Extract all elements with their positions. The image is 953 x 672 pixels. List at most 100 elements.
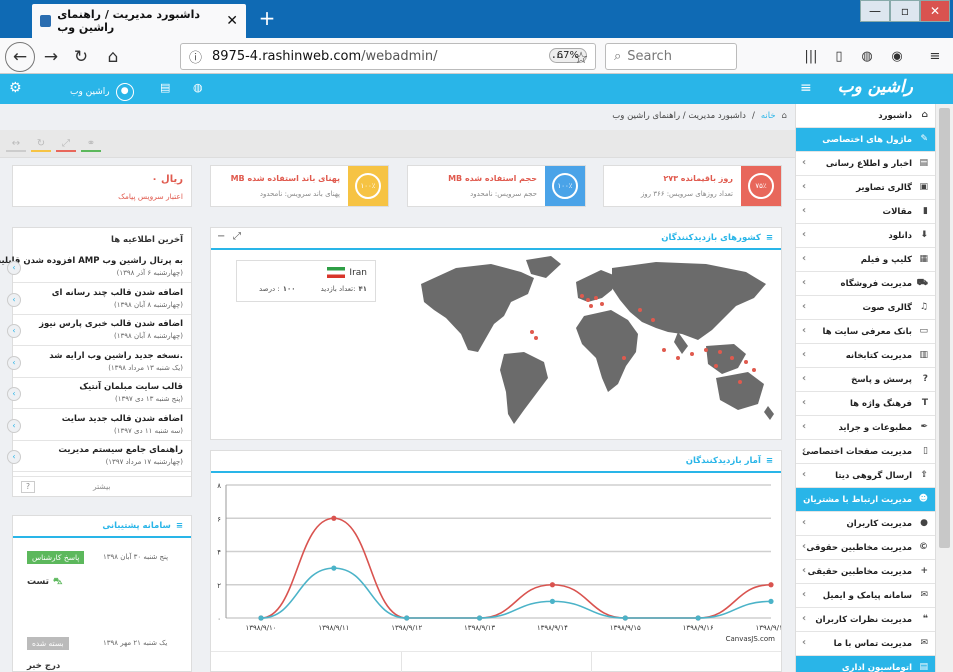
browser-tab[interactable]: داشبورد مدیریت / راهنمای راشین وب ✕ <box>32 4 246 38</box>
chevron-left-icon[interactable]: ‹ <box>7 324 21 338</box>
chevron-left-icon: ‹ <box>802 397 807 408</box>
page-info-icon[interactable]: ⓘ <box>189 47 202 66</box>
sidebar-item-label: سامانه پیامک و ایمیل <box>822 590 912 601</box>
sidebar-item-label: مدیریت مخاطبین حقیقی <box>807 566 912 577</box>
chevron-left-icon: ‹ <box>802 205 807 216</box>
reload-button[interactable]: ↻ <box>68 44 94 70</box>
hamburger-icon[interactable]: ≡ <box>800 80 812 96</box>
sidebar-item[interactable]: فرهنگ واژه ها T ‹ <box>796 392 936 416</box>
news-item-title: راهنمای جامع سیستم مدیریت <box>58 445 183 455</box>
sidebar-item[interactable]: اتوماسیون اداری ▤ <box>796 656 936 672</box>
chevron-left-icon[interactable]: ‹ <box>7 387 21 401</box>
y-tick-label: ۲ <box>217 582 221 590</box>
minimize-button[interactable]: — <box>860 0 890 22</box>
sidebar-item[interactable]: گالری تصاویر ▣ ‹ <box>796 176 936 200</box>
brand-logo[interactable]: راشین وب <box>838 77 913 97</box>
chevron-left-icon[interactable]: ‹ <box>7 261 21 275</box>
news-item-title: قالب سایت مبلمان آنتیک <box>79 382 183 392</box>
y-tick-label: ۶ <box>217 515 221 523</box>
sidebar-item[interactable]: ارسال گروهی دیتا ⇪ ‹ <box>796 464 936 488</box>
sidebar-item[interactable]: مدیریت کتابخانه ▥ ‹ <box>796 344 936 368</box>
user-menu[interactable]: راشین وب ● <box>70 83 134 101</box>
chevron-left-icon[interactable]: ‹ <box>7 292 21 307</box>
ticket-subject[interactable]: تست ⛍ <box>27 577 62 588</box>
chevron-left-icon[interactable]: ‹ <box>7 418 21 433</box>
library-icon[interactable]: ||| <box>798 44 824 70</box>
news-item[interactable]: قالب سایت مبلمان آنتیک (پنج شنبه ۱۳ دی ۱۳… <box>7 378 191 409</box>
fullscreen-icon[interactable]: ⤢ <box>233 231 241 242</box>
forward-button[interactable]: → <box>38 44 64 70</box>
page-scrollbar[interactable] <box>935 104 953 672</box>
chevron-left-icon[interactable]: ‹ <box>7 355 21 370</box>
link-icon[interactable]: ⚭ <box>81 138 101 152</box>
sidebar-item[interactable]: مدیریت مخاطبین حقیقی + ‹ <box>796 560 936 584</box>
sidebar-item[interactable]: گالری صوت ♫ ‹ <box>796 296 936 320</box>
close-tab-icon[interactable]: ✕ <box>226 13 238 29</box>
refresh-icon[interactable]: ↻ <box>31 138 51 152</box>
data-point <box>404 615 410 621</box>
globe-icon[interactable]: ◍ <box>854 44 880 70</box>
sidebar-item[interactable]: ماژول های اختصاصی ✎ <box>796 128 936 152</box>
sidebar-item[interactable]: بانک معرفی سایت ها ▭ ‹ <box>796 320 936 344</box>
sidebar-item-label: ارسال گروهی دیتا <box>835 470 912 481</box>
sidebar-item[interactable]: مدیریت صفحات اختصاصی ▯ ‹ <box>796 440 936 464</box>
user-avatar-icon: ● <box>115 83 134 101</box>
sidebar-toggle-icon[interactable]: ▯ <box>826 44 852 70</box>
sidebar-item-label: مدیریت صفحات اختصاصی <box>802 446 912 457</box>
list-icon[interactable]: ▤ <box>160 81 170 94</box>
news-item[interactable]: افزوده شدن قابلیت AMP به پرتال راشین وب (… <box>0 252 191 283</box>
address-bar[interactable]: ⓘ 8975-4.rashinweb.com/webadmin/ 67% <box>180 43 596 70</box>
collapse-icon[interactable]: − <box>217 231 225 242</box>
fullscreen-icon[interactable]: ⤢ <box>56 138 76 152</box>
sidebar-item[interactable]: داشبورد ⌂ <box>796 104 936 128</box>
close-window-button[interactable]: ✕ <box>920 0 950 22</box>
globe-icon[interactable]: ◍ <box>193 81 203 94</box>
map-marker <box>730 356 734 360</box>
data-point <box>476 615 483 621</box>
new-tab-button[interactable]: + <box>256 6 278 30</box>
chevron-left-icon: ‹ <box>802 301 807 312</box>
news-item[interactable]: اضافه شدن قالب جدید سایت (سه شنبه ۱۱ دی ۱… <box>7 410 191 441</box>
sidebar-item[interactable]: مدیریت مخاطبین حقوقی © ‹ <box>796 536 936 560</box>
map-marker <box>690 352 694 356</box>
help-icon[interactable]: ? <box>21 481 35 493</box>
news-item[interactable]: نسخه جدید راشین وب ارایه شد. (یک شنبه ۱۳ … <box>7 347 191 378</box>
account-icon[interactable]: ◉ <box>884 44 910 70</box>
news-item[interactable]: راهنمای جامع سیستم مدیریت (چهارشنبه ۱۷ مر… <box>7 441 191 472</box>
scrollbar-thumb[interactable] <box>939 108 950 548</box>
search-icon: ⌕ <box>614 49 622 64</box>
sidebar-item[interactable]: مقالات ▮ ‹ <box>796 200 936 224</box>
map-marker <box>594 296 598 300</box>
sidebar-item[interactable]: مدیریت ارتباط با مشتریان ☻ <box>796 488 936 512</box>
settings-icon[interactable]: ⚙ <box>9 80 22 96</box>
sidebar-item[interactable]: سامانه پیامک و ایمیل ✉ ‹ <box>796 584 936 608</box>
news-panel: آخرین اطلاعیه ها افزوده شدن قابلیت AMP ب… <box>0 227 192 497</box>
favicon-icon <box>40 15 52 27</box>
browser-tab-strip: داشبورد مدیریت / راهنمای راشین وب ✕ + — … <box>0 0 953 38</box>
sidebar-item[interactable]: دانلود ⬇ ‹ <box>796 224 936 248</box>
news-item[interactable]: اضافه شدن قالب چند رسانه ای (چهارشنبه ۸ آ… <box>7 284 191 315</box>
sidebar-item[interactable]: مطبوعات و جراید ✒ ‹ <box>796 416 936 440</box>
ticket-subject[interactable]: درج خبر <box>27 661 60 671</box>
menu-icon[interactable]: ≡ <box>922 44 948 70</box>
sidebar-item[interactable]: کلیپ و فیلم ▦ ‹ <box>796 248 936 272</box>
sidebar-item-label: پرسش و پاسخ <box>851 374 912 385</box>
breadcrumb-home-link[interactable]: خانه <box>761 111 776 121</box>
sidebar-item[interactable]: اخبار و اطلاع رسانی ▤ ‹ <box>796 152 936 176</box>
expand-icon[interactable]: ↔ <box>6 138 26 152</box>
sidebar-item[interactable]: مدیریت کاربران ● ‹ <box>796 512 936 536</box>
sidebar-item[interactable]: پرسش و پاسخ? ‹ <box>796 368 936 392</box>
chevron-left-icon: ‹ <box>802 589 807 600</box>
chevron-left-icon: ‹ <box>802 373 807 384</box>
back-button[interactable]: ← <box>5 42 35 72</box>
chevron-left-icon[interactable]: ‹ <box>7 450 21 464</box>
sidebar-item[interactable]: مدیریت فروشگاه ⛟ ‹ <box>796 272 936 296</box>
sidebar-item[interactable]: مدیریت تماس با ما ✉ ‹ <box>796 632 936 656</box>
sidebar-item[interactable]: مدیریت نظرات کاربران ❝ ‹ <box>796 608 936 632</box>
home-icon[interactable]: ⌂ <box>100 44 126 70</box>
news-item[interactable]: اضافه شدن قالب خبری پارس نیوز (چهارشنبه ۸… <box>7 315 191 346</box>
maximize-button[interactable]: ▫ <box>890 0 920 22</box>
search-input[interactable]: ⌕ Search <box>605 43 737 70</box>
bookmark-star-icon[interactable]: ☆ <box>568 45 594 71</box>
news-more-link[interactable]: بیشتر <box>93 482 110 491</box>
